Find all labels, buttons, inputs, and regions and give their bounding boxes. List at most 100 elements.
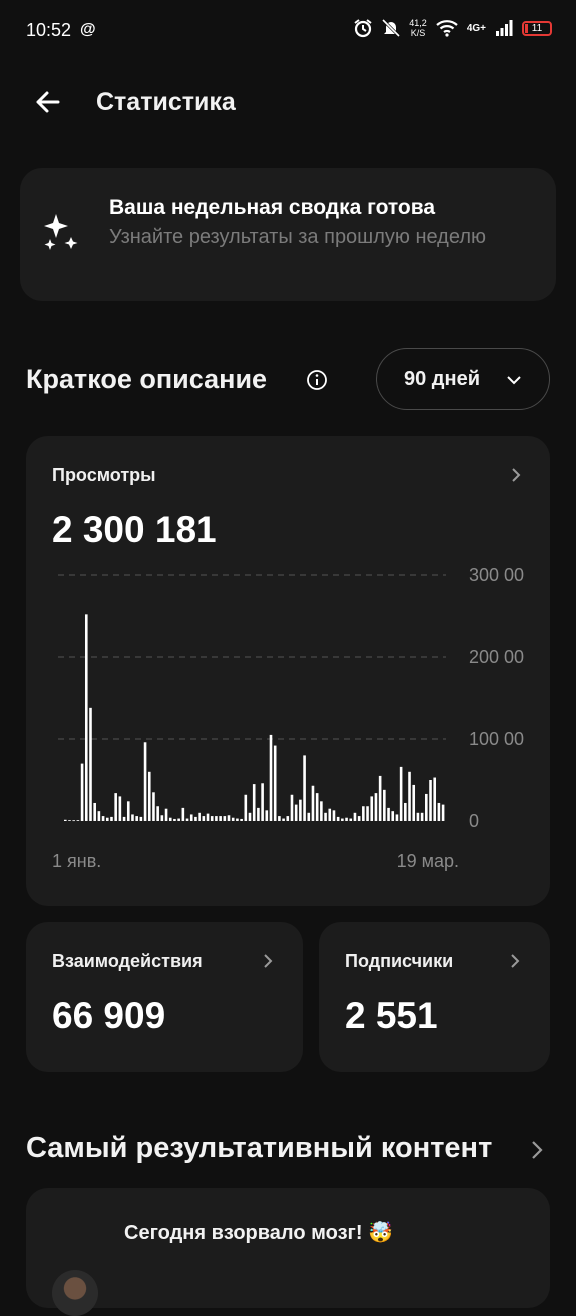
chart-bar <box>105 817 109 821</box>
chart-bar <box>412 784 416 821</box>
chart-bar <box>257 807 260 821</box>
chart-bar <box>227 815 231 821</box>
chart-bar <box>437 802 441 821</box>
y-tick-label: 100 00 <box>469 729 524 749</box>
chart-bar <box>362 806 365 821</box>
chart-bar <box>97 811 101 821</box>
page-title: Статистика <box>96 88 236 116</box>
chart-bar <box>416 812 420 821</box>
post-text: Сегодня взорвало мозг! 🤯 <box>124 1222 394 1244</box>
chart-bar <box>273 745 277 821</box>
chevron-right-icon <box>511 954 520 968</box>
y-tick-label: 300 00 <box>469 565 524 585</box>
chart-bar <box>202 816 206 821</box>
chart-bar <box>240 818 243 821</box>
chart-bar <box>282 818 285 821</box>
chart-bar <box>252 784 256 821</box>
chart-bar <box>173 818 176 821</box>
chart-bar <box>219 816 222 821</box>
weekly-summary-banner[interactable]: Ваша недельная сводка готова Узнайте рез… <box>20 168 556 301</box>
chart-bar <box>320 801 323 821</box>
chart-bar <box>152 792 155 821</box>
chart-bar <box>299 799 302 821</box>
chevron-right-icon <box>264 954 273 968</box>
chart-bar <box>374 793 378 821</box>
chart-bar <box>420 812 424 821</box>
chart-bar <box>378 775 382 821</box>
chart-bar <box>328 808 332 821</box>
interactions-card[interactable]: Взаимодействия 66 909 <box>26 922 303 1072</box>
chart-bar <box>181 807 185 821</box>
chart-bar <box>336 816 340 821</box>
chart-bar <box>345 817 348 821</box>
chart-bar <box>72 820 75 822</box>
chart-bar <box>341 818 344 821</box>
chart-bar <box>126 801 130 821</box>
period-dropdown[interactable]: 90 дней <box>376 348 550 410</box>
period-label: 90 дней <box>404 368 480 390</box>
chart-bar <box>236 818 239 821</box>
chart-bar <box>366 806 369 821</box>
top-post-card[interactable]: Сегодня взорвало мозг! 🤯 <box>26 1188 550 1316</box>
chart-bar <box>357 816 361 821</box>
back-arrow-icon[interactable] <box>28 82 68 122</box>
chart-bar <box>429 780 432 821</box>
chart-bar <box>408 771 411 821</box>
chart-bar <box>177 818 180 821</box>
network-type: 4G+ <box>466 22 486 34</box>
chart-bar <box>278 816 281 821</box>
chart-bar <box>265 810 269 821</box>
chart-bar <box>89 707 92 821</box>
y-tick-label: 0 <box>469 811 479 831</box>
chart-bar <box>131 814 134 821</box>
views-chart: 300 00 200 00 100 00 0 1 янв. 19 мар. <box>52 565 524 871</box>
interactions-value: 66 909 <box>52 995 166 1036</box>
chart-bar <box>290 794 294 821</box>
chart-bar <box>353 812 357 821</box>
chart-bar <box>332 810 336 821</box>
chart-bar <box>303 755 306 821</box>
chart-bar <box>206 813 210 821</box>
app-bar: Статистика <box>0 70 576 136</box>
info-icon[interactable] <box>306 369 328 391</box>
top-content-title[interactable]: Самый результативный контент <box>26 1132 492 1165</box>
avatar <box>52 1270 98 1316</box>
chart-bar <box>248 812 252 821</box>
chart-bar <box>198 812 201 821</box>
chart-bar <box>349 818 353 821</box>
chevron-down-icon <box>507 376 521 385</box>
chart-bar <box>139 816 143 821</box>
x-start-label: 1 янв. <box>52 851 101 871</box>
chart-bar <box>315 793 319 821</box>
chart-bar <box>215 816 218 821</box>
y-tick-label: 200 00 <box>469 647 524 667</box>
alarm-icon <box>354 19 372 38</box>
followers-card[interactable]: Подписчики 2 551 <box>319 922 550 1072</box>
chart-bar <box>244 794 248 821</box>
wifi-icon <box>436 20 458 37</box>
threads-icon: @ <box>80 21 96 38</box>
banner-title: Ваша недельная сводка готова <box>109 196 436 219</box>
chart-bar <box>185 818 189 821</box>
banner-subtitle: Узнайте результаты за прошлую неделю <box>109 226 486 248</box>
chart-bar <box>395 814 399 821</box>
chart-bar <box>168 817 172 821</box>
chart-bar <box>110 816 113 821</box>
network-speed: 41,2 K/S <box>409 18 427 38</box>
chart-bar <box>143 742 147 821</box>
interactions-label: Взаимодействия <box>52 951 203 971</box>
mute-icon <box>382 18 401 38</box>
chart-bar <box>122 816 126 821</box>
chart-bar <box>93 802 96 821</box>
chart-bar <box>223 816 227 821</box>
chart-bar <box>147 771 151 821</box>
sparkle-icon <box>44 214 78 250</box>
views-card[interactable]: Просмотры 2 300 181 300 00 200 00 100 00 0 1… <box>26 436 550 906</box>
chart-bar <box>114 793 117 821</box>
chart-bar <box>68 820 71 821</box>
chart-bar <box>164 808 168 821</box>
chart-bar <box>286 816 290 821</box>
chart-bar <box>311 785 315 821</box>
chart-bar <box>210 816 214 821</box>
chevron-right-icon[interactable] <box>528 1138 546 1162</box>
